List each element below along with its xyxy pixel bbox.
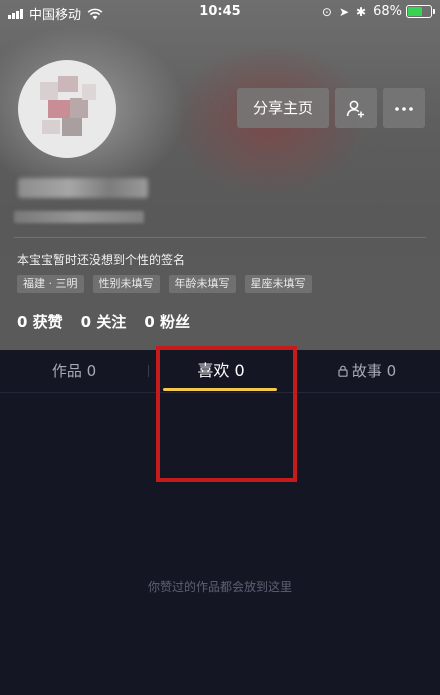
add-user-icon <box>346 100 364 117</box>
username-blurred <box>18 178 148 198</box>
profile-stats: 0 获赞 0 关注 0 粉丝 <box>17 311 208 332</box>
stat-followers[interactable]: 0 粉丝 <box>144 311 190 332</box>
profile-tags: 福建 · 三明 性别未填写 年龄未填写 星座未填写 <box>17 275 321 293</box>
user-id-blurred <box>14 211 144 223</box>
more-dots-icon <box>395 106 413 111</box>
location-icon: ➤ <box>338 4 350 19</box>
highlight-annotation-box <box>156 346 297 482</box>
battery-percent: 68% <box>373 4 402 19</box>
orientation-lock-icon: ⊙ <box>321 4 332 19</box>
share-profile-button[interactable]: 分享主页 <box>237 88 329 128</box>
more-options-button[interactable] <box>383 88 425 128</box>
status-right: ⊙ ➤ ✱ 68% <box>321 4 435 19</box>
tab-stories[interactable]: 故事 0 <box>294 350 440 392</box>
tag-location: 福建 · 三明 <box>17 275 84 293</box>
profile-header-background <box>0 0 440 350</box>
tab-stories-label: 故事 0 <box>351 362 397 380</box>
tag-gender: 性别未填写 <box>92 275 160 293</box>
signature-text: 本宝宝暂时还没想到个性的签名 <box>17 253 186 267</box>
stat-likes-received[interactable]: 0 获赞 <box>17 311 63 332</box>
battery-fill <box>408 7 422 16</box>
lock-icon <box>338 365 348 377</box>
bluetooth-icon: ✱ <box>356 4 367 19</box>
add-friend-button[interactable] <box>335 88 377 128</box>
tag-age: 年龄未填写 <box>168 275 236 293</box>
battery-icon <box>406 5 435 18</box>
tab-works[interactable]: 作品 0 <box>0 350 148 392</box>
profile-divider <box>14 237 426 238</box>
avatar[interactable] <box>18 60 116 158</box>
status-bar: 中国移动 10:45 ⊙ ➤ ✱ 68% <box>0 0 440 24</box>
empty-state-hint: 你赞过的作品都会放到这里 <box>147 580 292 594</box>
tag-zodiac: 星座未填写 <box>244 275 312 293</box>
stat-following[interactable]: 0 关注 <box>81 311 127 332</box>
